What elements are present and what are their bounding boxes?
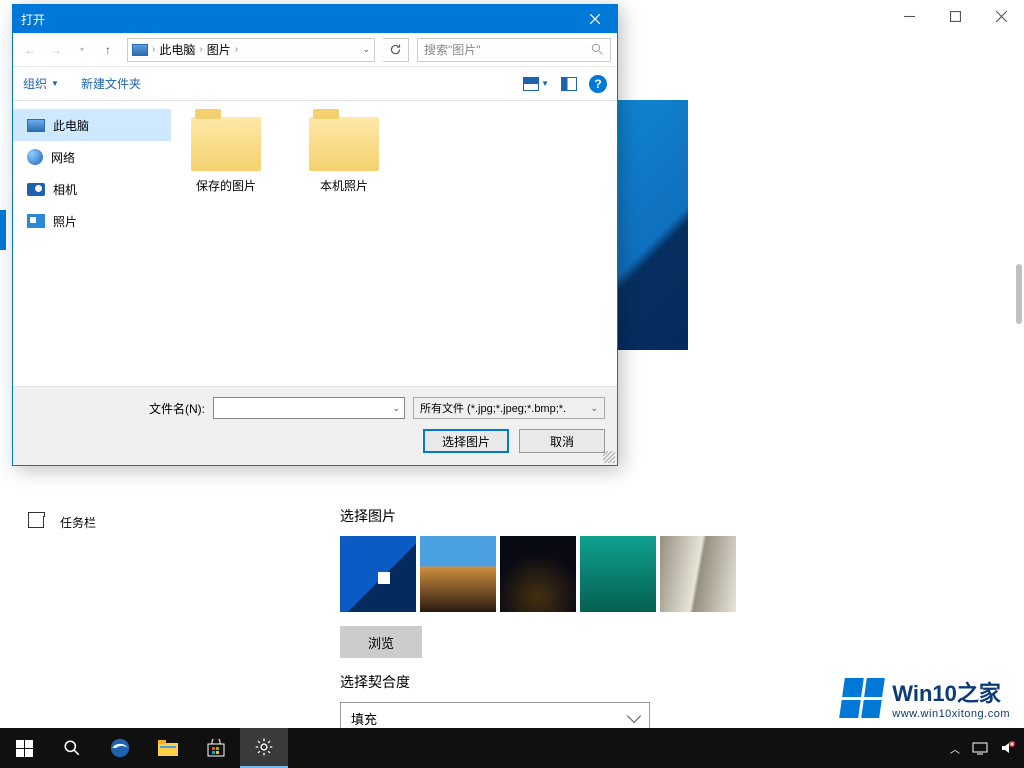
dialog-nav: ← → ▾ ↑ › 此电脑 › 图片 › ⌄ 搜索"图片" (13, 33, 617, 67)
watermark: Win10之家 www.win10xitong.com (842, 676, 1010, 720)
wallpaper-thumb-2[interactable] (420, 536, 496, 612)
folder-icon (309, 117, 379, 171)
taskbar-icon (28, 516, 44, 528)
wallpaper-thumb-4[interactable] (580, 536, 656, 612)
nav-back-button[interactable]: ← (19, 39, 41, 61)
help-button[interactable]: ? (589, 75, 607, 93)
photos-icon (27, 214, 45, 228)
camera-icon (27, 183, 45, 196)
sidebar-item-label: 任务栏 (60, 514, 96, 531)
chevron-down-icon: ▼ (51, 79, 59, 88)
taskbar-edge-button[interactable] (96, 728, 144, 768)
taskbar: ︿ (0, 728, 1024, 768)
sidebar-selection-indicator (0, 210, 6, 250)
dialog-toolbar: 组织 ▼ 新建文件夹 ▼ ? (13, 67, 617, 101)
desktop-preview (618, 100, 688, 350)
network-icon[interactable] (972, 740, 988, 756)
file-type-filter[interactable]: 所有文件 (*.jpg;*.jpeg;*.bmp;*. ⌄ (413, 397, 605, 419)
breadcrumb-sep: › (199, 44, 202, 55)
cancel-button[interactable]: 取消 (519, 429, 605, 453)
breadcrumb-sep: › (235, 44, 238, 55)
pc-icon (27, 119, 45, 132)
search-icon (591, 43, 604, 56)
resize-grip[interactable] (603, 451, 615, 463)
new-folder-button[interactable]: 新建文件夹 (81, 75, 141, 92)
breadcrumb-root[interactable]: 此电脑 (159, 41, 195, 58)
file-open-dialog: 打开 ← → ▾ ↑ › 此电脑 › 图片 › ⌄ 搜索"图片" 组织 ▼ (12, 4, 618, 466)
tree-item-this-pc[interactable]: 此电脑 (13, 109, 171, 141)
minimize-button[interactable] (886, 0, 932, 32)
chevron-down-icon[interactable]: ⌄ (392, 403, 400, 414)
file-list[interactable]: 保存的图片 本机照片 (171, 101, 617, 386)
wallpaper-thumb-5[interactable] (660, 536, 736, 612)
tree-item-network[interactable]: 网络 (13, 141, 171, 173)
maximize-button[interactable] (932, 0, 978, 32)
tree-item-camera[interactable]: 相机 (13, 173, 171, 205)
nav-history-dropdown[interactable]: ▾ (71, 39, 93, 61)
chevron-down-icon[interactable]: ⌄ (362, 44, 370, 55)
filename-label: 文件名(N): (149, 400, 205, 417)
organize-menu[interactable]: 组织 ▼ (23, 75, 59, 92)
nav-up-button[interactable]: ↑ (97, 39, 119, 61)
address-bar[interactable]: › 此电脑 › 图片 › ⌄ (127, 38, 375, 62)
fit-select-value: 填充 (351, 709, 377, 728)
choose-picture-label: 选择图片 (340, 506, 1024, 526)
taskbar-store-button[interactable] (192, 728, 240, 768)
tree-item-photos[interactable]: 照片 (13, 205, 171, 237)
chevron-down-icon (627, 709, 641, 723)
watermark-url: www.win10xitong.com (892, 708, 1010, 720)
navigation-tree: 此电脑 网络 相机 照片 (13, 101, 171, 386)
search-placeholder: 搜索"图片" (424, 41, 481, 58)
tray-overflow-button[interactable]: ︿ (950, 741, 960, 756)
search-input[interactable]: 搜索"图片" (417, 38, 611, 62)
scrollbar-thumb[interactable] (1016, 264, 1022, 324)
folder-label: 保存的图片 (196, 177, 256, 194)
view-mode-button[interactable]: ▼ (523, 77, 549, 91)
volume-icon[interactable] (1000, 740, 1016, 756)
start-button[interactable] (0, 728, 48, 768)
folder-item[interactable]: 本机照片 (299, 117, 389, 194)
filename-input[interactable]: ⌄ (213, 397, 405, 419)
nav-forward-button[interactable]: → (45, 39, 67, 61)
dialog-title: 打开 (21, 11, 45, 28)
dialog-titlebar: 打开 (13, 5, 617, 33)
browse-button[interactable]: 浏览 (340, 626, 422, 658)
taskbar-search-button[interactable] (48, 728, 96, 768)
wallpaper-thumb-3[interactable] (500, 536, 576, 612)
chevron-down-icon: ▼ (541, 79, 549, 88)
chevron-down-icon: ⌄ (590, 403, 598, 414)
breadcrumb-sep: › (152, 44, 155, 55)
dialog-footer: 文件名(N): ⌄ 所有文件 (*.jpg;*.jpeg;*.bmp;*. ⌄ … (13, 386, 617, 465)
wallpaper-thumb-1[interactable] (340, 536, 416, 612)
wallpaper-thumbnails (340, 536, 1024, 612)
system-tray: ︿ (950, 740, 1024, 756)
open-button[interactable]: 选择图片 (423, 429, 509, 453)
network-icon (27, 149, 43, 165)
taskbar-settings-button[interactable] (240, 728, 288, 768)
close-button[interactable] (978, 0, 1024, 32)
preview-pane-button[interactable] (561, 77, 577, 91)
breadcrumb-folder[interactable]: 图片 (207, 41, 231, 58)
pc-icon (132, 44, 148, 56)
folder-icon (191, 117, 261, 171)
folder-item[interactable]: 保存的图片 (181, 117, 271, 194)
refresh-button[interactable] (383, 38, 409, 62)
sidebar-item-taskbar[interactable]: 任务栏 (20, 502, 340, 542)
dialog-close-button[interactable] (573, 5, 617, 33)
watermark-logo-icon (839, 678, 885, 718)
folder-label: 本机照片 (320, 177, 368, 194)
windows-logo-icon (16, 740, 33, 757)
taskbar-explorer-button[interactable] (144, 728, 192, 768)
